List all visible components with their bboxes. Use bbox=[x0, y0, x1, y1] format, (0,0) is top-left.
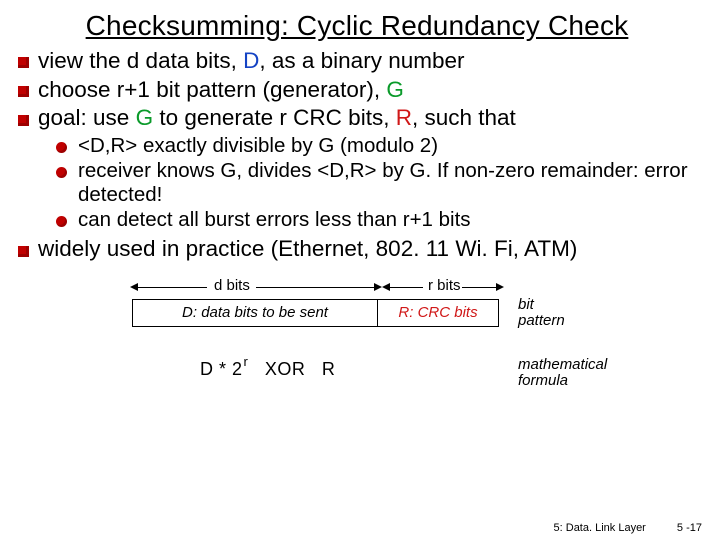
sub-bullet-list: <D,R> exactly divisible by G (modulo 2) … bbox=[12, 134, 702, 233]
bullet-view: view the d data bits, D, as a binary num… bbox=[16, 48, 698, 75]
arrowhead-icon bbox=[374, 283, 382, 291]
box-crc-bits: R: CRC bits bbox=[377, 299, 499, 327]
letter-d: D bbox=[243, 48, 259, 73]
sub-divisible: <D,R> exactly divisible by G (modulo 2) bbox=[56, 134, 702, 158]
footer-page: 5 -17 bbox=[677, 522, 702, 534]
exp-r: r bbox=[243, 354, 249, 369]
text: mathematical bbox=[518, 356, 607, 373]
label-bit-pattern: bit pattern bbox=[518, 297, 598, 329]
slide: Checksumming: Cyclic Redundancy Check vi… bbox=[0, 0, 720, 540]
arrow-line bbox=[389, 287, 423, 288]
letter-r: R bbox=[396, 105, 412, 130]
text: to generate r CRC bits, bbox=[153, 105, 396, 130]
letter-g: G bbox=[386, 77, 404, 102]
label-r-bits: r bits bbox=[428, 277, 461, 294]
text: goal: use bbox=[38, 105, 136, 130]
arrow-line bbox=[256, 287, 374, 288]
sub-receiver: receiver knows G, divides <D,R> by G. If… bbox=[56, 159, 702, 207]
bullet-goal: goal: use G to generate r CRC bits, R, s… bbox=[16, 105, 698, 132]
label-math-formula: mathematical formula bbox=[518, 357, 628, 389]
crc-diagram: d bits r bits D: data bits to be sent R:… bbox=[122, 269, 592, 409]
label-d-bits: d bits bbox=[214, 277, 250, 294]
arrowhead-icon bbox=[496, 283, 504, 291]
sub-burst: can detect all burst errors less than r+… bbox=[56, 208, 702, 232]
text: view the d data bits, bbox=[38, 48, 243, 73]
footer-chapter: 5: Data. Link Layer bbox=[554, 522, 646, 534]
text: bit bbox=[518, 296, 534, 313]
bullet-list: view the d data bits, D, as a binary num… bbox=[12, 48, 702, 132]
box-data-bits: D: data bits to be sent bbox=[132, 299, 377, 327]
arrow-line bbox=[462, 287, 496, 288]
text: , such that bbox=[412, 105, 516, 130]
text: pattern bbox=[518, 312, 565, 329]
bullet-choose: choose r+1 bit pattern (generator), G bbox=[16, 77, 698, 104]
text: , as a binary number bbox=[259, 48, 464, 73]
text: choose r+1 bit pattern (generator), bbox=[38, 77, 386, 102]
letter-g: G bbox=[136, 105, 154, 130]
arrow-line bbox=[137, 287, 207, 288]
text: D * 2 bbox=[200, 359, 243, 379]
text: XOR R bbox=[248, 359, 335, 379]
text: formula bbox=[518, 372, 568, 389]
bullet-list-2: widely used in practice (Ethernet, 802. … bbox=[12, 236, 702, 263]
slide-title: Checksumming: Cyclic Redundancy Check bbox=[12, 10, 702, 42]
crc-formula: D * 2r XOR R bbox=[200, 359, 335, 380]
bit-boxes: D: data bits to be sent R: CRC bits bbox=[132, 299, 499, 327]
slide-footer: 5: Data. Link Layer 5 -17 bbox=[554, 522, 702, 534]
bullet-widely: widely used in practice (Ethernet, 802. … bbox=[16, 236, 698, 263]
